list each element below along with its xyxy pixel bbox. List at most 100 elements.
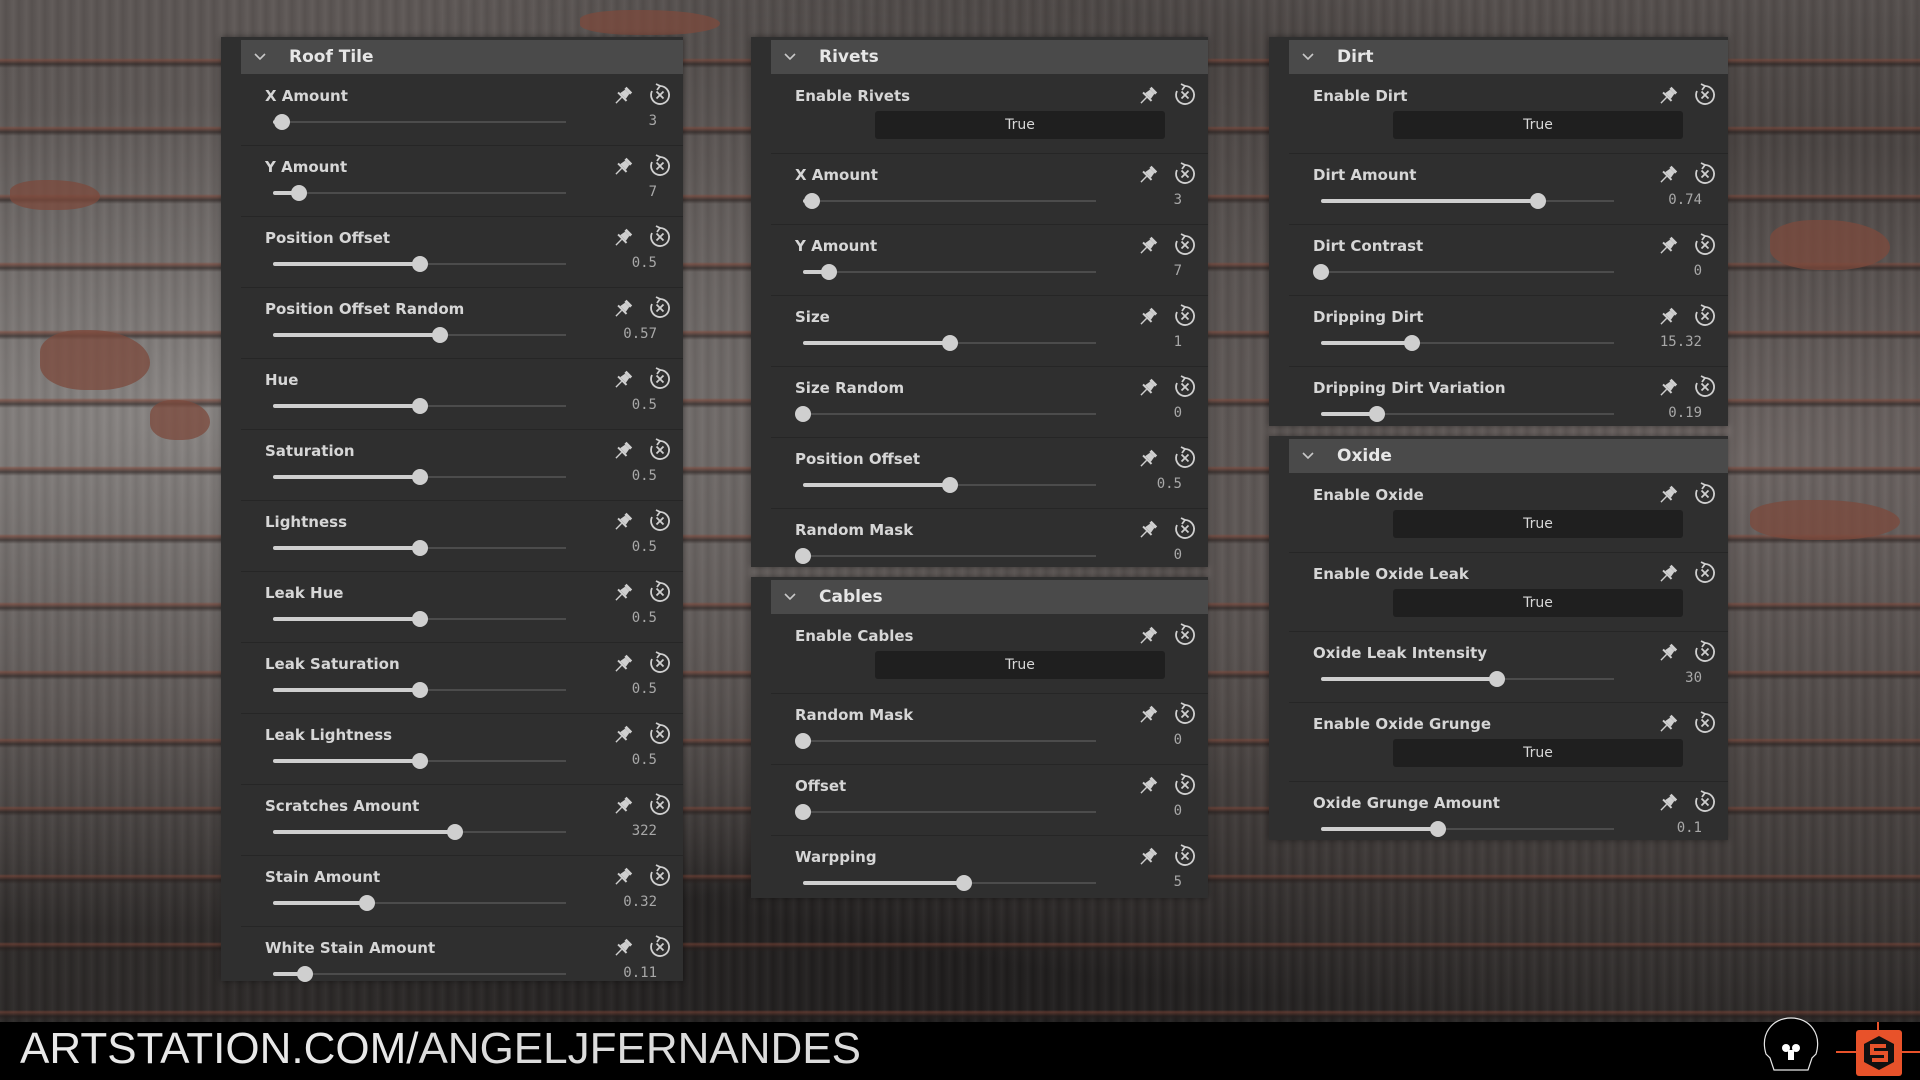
pin-icon[interactable] (611, 84, 635, 108)
pin-icon[interactable] (1136, 84, 1160, 108)
reset-icon[interactable] (1692, 639, 1718, 665)
pin-icon[interactable] (611, 439, 635, 463)
pin-icon[interactable] (1656, 163, 1680, 187)
pin-icon[interactable] (611, 297, 635, 321)
slider-track[interactable] (1321, 406, 1614, 422)
pin-icon[interactable] (1136, 163, 1160, 187)
reset-icon[interactable] (1172, 701, 1198, 727)
pin-icon[interactable] (1136, 518, 1160, 542)
param-value[interactable]: 0 (1174, 547, 1182, 563)
pin-icon[interactable] (1136, 447, 1160, 471)
param-value[interactable]: 5 (1174, 874, 1182, 890)
reset-icon[interactable] (1692, 481, 1718, 507)
param-value[interactable]: 30 (1685, 670, 1702, 686)
slider-track[interactable] (803, 193, 1096, 209)
slider-handle[interactable] (795, 548, 811, 564)
pin-icon[interactable] (1656, 641, 1680, 665)
pin-icon[interactable] (611, 510, 635, 534)
reset-icon[interactable] (647, 437, 673, 463)
reset-icon[interactable] (1692, 560, 1718, 586)
slider-track[interactable] (273, 895, 566, 911)
reset-icon[interactable] (1692, 789, 1718, 815)
slider-handle[interactable] (795, 406, 811, 422)
slider-handle[interactable] (795, 733, 811, 749)
param-value[interactable]: 7 (649, 184, 657, 200)
slider-handle[interactable] (432, 327, 448, 343)
param-value[interactable]: 0.1 (1677, 820, 1702, 836)
pin-icon[interactable] (1136, 376, 1160, 400)
reset-icon[interactable] (647, 224, 673, 250)
slider-handle[interactable] (411, 611, 428, 627)
pin-icon[interactable] (611, 652, 635, 676)
reset-icon[interactable] (647, 579, 673, 605)
reset-icon[interactable] (1172, 303, 1198, 329)
slider-handle[interactable] (411, 540, 428, 556)
pin-icon[interactable] (1136, 845, 1160, 869)
pin-icon[interactable] (611, 794, 635, 818)
pin-icon[interactable] (611, 936, 635, 960)
param-value[interactable]: 0 (1694, 263, 1702, 279)
slider-handle[interactable] (411, 398, 428, 414)
slider-track[interactable] (795, 406, 1096, 422)
slider-handle[interactable] (411, 682, 428, 698)
param-value[interactable]: 0.74 (1668, 192, 1702, 208)
param-value[interactable]: 0.5 (632, 610, 657, 626)
slider-track[interactable] (795, 548, 1096, 564)
chevron-down-icon[interactable] (783, 52, 805, 62)
param-value[interactable]: 0.11 (623, 965, 657, 981)
pin-icon[interactable] (1136, 774, 1160, 798)
reset-icon[interactable] (1692, 232, 1718, 258)
pin-icon[interactable] (1136, 624, 1160, 648)
slider-handle[interactable] (411, 256, 428, 272)
param-value[interactable]: 0.5 (632, 539, 657, 555)
slider-track[interactable] (273, 753, 566, 769)
slider-handle[interactable] (411, 469, 428, 485)
slider-handle[interactable] (1430, 821, 1447, 837)
param-value[interactable]: 3 (1174, 192, 1182, 208)
slider-handle[interactable] (358, 895, 375, 911)
reset-icon[interactable] (647, 792, 673, 818)
slider-track[interactable] (795, 804, 1096, 820)
reset-icon[interactable] (647, 650, 673, 676)
param-value[interactable]: 0 (1174, 803, 1182, 819)
param-value[interactable]: 0 (1174, 405, 1182, 421)
pin-icon[interactable] (611, 723, 635, 747)
reset-icon[interactable] (1692, 82, 1718, 108)
reset-icon[interactable] (1172, 232, 1198, 258)
slider-handle[interactable] (273, 114, 290, 130)
pin-icon[interactable] (611, 368, 635, 392)
pin-icon[interactable] (611, 865, 635, 889)
slider-handle[interactable] (297, 966, 314, 982)
slider-handle[interactable] (956, 875, 973, 891)
pin-icon[interactable] (1656, 562, 1680, 586)
param-value[interactable]: 0.5 (632, 752, 657, 768)
param-value[interactable]: 322 (632, 823, 657, 839)
chevron-down-icon[interactable] (1301, 451, 1323, 461)
chevron-down-icon[interactable] (783, 592, 805, 602)
slider-track[interactable] (803, 875, 1096, 891)
slider-handle[interactable] (803, 193, 820, 209)
reset-icon[interactable] (1692, 710, 1718, 736)
artstation-url[interactable]: ARTSTATION.COM/ANGELJFERNANDES (20, 1024, 861, 1074)
slider-handle[interactable] (941, 335, 958, 351)
reset-icon[interactable] (1172, 374, 1198, 400)
pin-icon[interactable] (1656, 483, 1680, 507)
slider-track[interactable] (803, 335, 1096, 351)
pin-icon[interactable] (1136, 234, 1160, 258)
slider-track[interactable] (273, 327, 566, 343)
reset-icon[interactable] (1172, 843, 1198, 869)
pin-icon[interactable] (1656, 376, 1680, 400)
param-value[interactable]: 0.5 (632, 255, 657, 271)
reset-icon[interactable] (647, 721, 673, 747)
param-value[interactable]: 0.5 (632, 468, 657, 484)
boolean-toggle[interactable]: True (875, 111, 1165, 139)
reset-icon[interactable] (1692, 303, 1718, 329)
boolean-toggle[interactable]: True (1393, 739, 1683, 767)
pin-icon[interactable] (1656, 791, 1680, 815)
panel-header[interactable]: Dirt (1289, 40, 1728, 74)
panel-header[interactable]: Rivets (771, 40, 1208, 74)
slider-track[interactable] (273, 611, 566, 627)
slider-track[interactable] (273, 824, 566, 840)
reset-icon[interactable] (1692, 374, 1718, 400)
slider-track[interactable] (273, 540, 566, 556)
